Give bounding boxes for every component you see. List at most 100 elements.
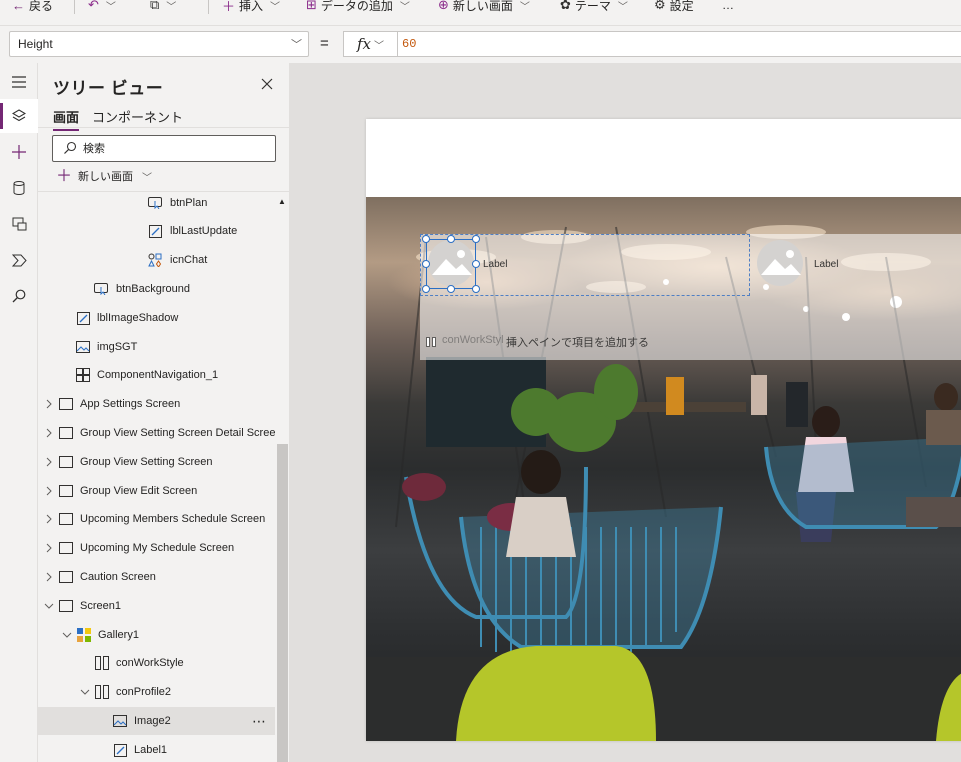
fx-icon: fx <box>356 35 371 53</box>
insert-rail-button[interactable] <box>0 135 38 169</box>
container-placeholder-icon <box>426 337 436 347</box>
tree-item-label: Group View Edit Screen <box>80 485 198 497</box>
app-screen[interactable]: Label Label conWorkStyl 挿入ペインで項目を追加する <box>366 119 961 741</box>
search-rail-button[interactable] <box>0 279 38 313</box>
formula-value[interactable]: 60 <box>402 37 416 51</box>
tree-item-label: App Settings Screen <box>80 398 181 410</box>
chevron-down-icon: ﹀ <box>519 1 530 13</box>
resize-handle[interactable] <box>472 285 480 293</box>
gallery-label[interactable]: Label <box>483 259 507 270</box>
tree-item-label: ComponentNavigation_1 <box>97 369 219 381</box>
insert-button[interactable]: ＋ 挿入 ﹀ <box>222 0 280 16</box>
tree-item-image2[interactable]: Image2 ⋯ <box>38 707 275 735</box>
database-icon <box>13 181 25 195</box>
tree-item-upcoming-members-schedule-screen[interactable]: Upcoming Members Schedule Screen <box>38 505 275 533</box>
insert-hint-text: 挿入ペインで項目を追加する <box>506 337 649 349</box>
container-icon <box>95 685 109 699</box>
tree-item-group-view-setting-screen[interactable]: Group View Setting Screen <box>38 448 275 476</box>
tree-item-group-view-setting-detail-screen[interactable]: Group View Setting Screen Detail Screen <box>38 419 275 447</box>
tree-item-label: btnBackground <box>116 283 190 295</box>
image-placeholder-icon[interactable] <box>753 237 807 289</box>
label-icon <box>76 311 90 325</box>
tree-item-label: Upcoming My Schedule Screen <box>80 542 235 554</box>
property-dropdown[interactable]: Height ﹀ <box>9 31 309 57</box>
database-icon: ⊞ <box>306 0 317 12</box>
tree-item-group-view-edit-screen[interactable]: Group View Edit Screen <box>38 477 275 505</box>
component-icon <box>76 368 90 382</box>
tree-item-conprofile2[interactable]: conProfile2 <box>38 678 275 706</box>
layers-icon <box>12 109 26 122</box>
chevron-down-icon: ﹀ <box>617 1 628 13</box>
resize-handle[interactable] <box>472 235 480 243</box>
chevron-down-icon <box>80 689 90 695</box>
screen-icon <box>59 484 73 498</box>
selected-image2-frame[interactable] <box>426 239 476 289</box>
design-canvas[interactable]: Label Label conWorkStyl 挿入ペインで項目を追加する <box>290 63 961 762</box>
button-icon <box>148 196 162 210</box>
tree-item-caution-screen[interactable]: Caution Screen <box>38 563 275 591</box>
tree-item-imgsgt[interactable]: imgSGT <box>38 333 275 361</box>
gear-icon: ⚙ <box>654 0 666 12</box>
add-data-label: データの追加 <box>320 0 393 13</box>
tree-item-lblimageshadow[interactable]: lblImageShadow <box>38 304 275 332</box>
tab-components[interactable]: コンポーネント <box>92 107 183 129</box>
power-automate-button[interactable] <box>0 243 38 277</box>
close-button[interactable] <box>260 77 274 91</box>
more-commands-button[interactable]: … <box>722 0 734 16</box>
tree-item-label1[interactable]: Label1 <box>38 736 275 762</box>
tree-scrollbar[interactable]: ▲ <box>275 192 289 762</box>
gallery-label[interactable]: Label <box>814 259 838 270</box>
media-icon <box>12 217 26 231</box>
tree-item-screen1[interactable]: Screen1 <box>38 592 275 620</box>
screen-icon <box>59 599 73 613</box>
back-button[interactable]: ← 戻る <box>12 0 53 16</box>
resize-handle[interactable] <box>447 285 455 293</box>
undo-button[interactable]: ↶ ﹀ <box>88 0 116 16</box>
add-data-button[interactable]: ⊞ データの追加 ﹀ <box>306 0 410 16</box>
formula-input[interactable]: fx ﹀ 60 <box>343 31 961 57</box>
settings-button[interactable]: ⚙ 設定 <box>654 0 694 16</box>
search-input[interactable] <box>83 140 268 157</box>
new-screen-button[interactable]: ⊕ 新しい画面 ﹀ <box>438 0 530 16</box>
chevron-down-icon: ﹀ <box>142 172 153 184</box>
media-rail-button[interactable] <box>0 207 38 241</box>
tree-item-app-settings-screen[interactable]: App Settings Screen <box>38 390 275 418</box>
background-photo[interactable]: Label Label conWorkStyl 挿入ペインで項目を追加する <box>366 197 961 741</box>
data-rail-button[interactable] <box>0 171 38 205</box>
theme-button[interactable]: ✿ テーマ ﹀ <box>560 0 628 16</box>
resize-handle[interactable] <box>422 235 430 243</box>
resize-handle[interactable] <box>447 235 455 243</box>
tree-item-lbllastupdate[interactable]: lblLastUpdate <box>38 217 275 245</box>
fx-button[interactable]: fx ﹀ <box>344 32 398 56</box>
resize-handle[interactable] <box>422 260 430 268</box>
chevron-down-icon: ﹀ <box>270 1 281 13</box>
tree-item-label: Group View Setting Screen <box>80 456 213 468</box>
screen-icon <box>59 397 73 411</box>
menu-button[interactable] <box>0 65 38 99</box>
tree-item-label: imgSGT <box>97 341 138 353</box>
screen-icon <box>59 426 73 440</box>
tree-item-conworkstyle[interactable]: conWorkStyle <box>38 649 275 677</box>
resize-handle[interactable] <box>472 260 480 268</box>
tree-item-icnchat[interactable]: icnChat <box>38 246 275 274</box>
label-icon <box>113 743 127 757</box>
tree-item-label: Screen1 <box>80 600 121 612</box>
resize-handle[interactable] <box>422 285 430 293</box>
tree-view-button[interactable] <box>0 99 38 133</box>
copy-button[interactable]: ⧉ ﹀ <box>150 0 176 16</box>
scroll-up-icon[interactable]: ▲ <box>278 197 286 206</box>
tree-item-componentnavigation[interactable]: ComponentNavigation_1 <box>38 361 275 389</box>
tree-search-box[interactable] <box>52 135 276 162</box>
chevron-down-icon <box>62 632 72 638</box>
tree-item-gallery1[interactable]: Gallery1 <box>38 621 275 649</box>
more-options-button[interactable]: ⋯ <box>252 713 267 730</box>
new-screen-button[interactable]: ＋ 新しい画面 ﹀ <box>56 168 152 184</box>
palette-icon: ✿ <box>560 0 571 12</box>
search-icon <box>64 141 77 154</box>
tree-item-btnplan[interactable]: btnPlan <box>38 192 275 217</box>
tree-item-upcoming-my-schedule-screen[interactable]: Upcoming My Schedule Screen <box>38 534 275 562</box>
tree-item-btnbackground[interactable]: btnBackground <box>38 275 275 303</box>
panel-title: ツリー ビュー <box>53 79 164 98</box>
scrollbar-thumb[interactable] <box>277 444 288 762</box>
chevron-right-icon <box>46 428 52 438</box>
